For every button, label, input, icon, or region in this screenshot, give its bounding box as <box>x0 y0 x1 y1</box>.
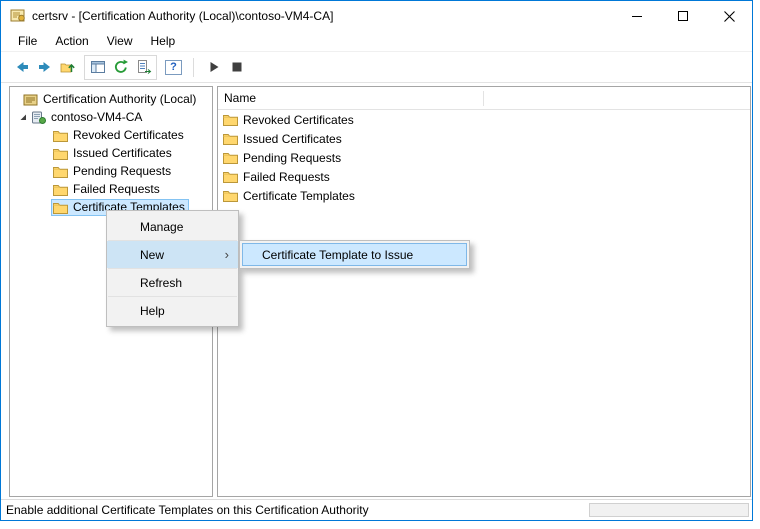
list-item-certificate-templates[interactable]: Certificate Templates <box>218 186 750 205</box>
tree-node-certification-authority[interactable]: Certification Authority (Local) <box>10 90 212 108</box>
column-header-name[interactable]: Name <box>218 91 256 105</box>
list-item-pending-requests[interactable]: Pending Requests <box>218 148 750 167</box>
context-menu: Manage New › Refresh Help <box>106 210 239 327</box>
up-one-level-button[interactable] <box>56 56 79 79</box>
close-icon <box>724 11 735 22</box>
tree-node-issued-certificates[interactable]: Issued Certificates <box>10 144 212 162</box>
tree-node-revoked-certificates[interactable]: Revoked Certificates <box>10 126 212 144</box>
minimize-icon <box>632 16 642 17</box>
maximize-button[interactable] <box>660 1 706 31</box>
export-list-icon <box>136 59 152 75</box>
toolbar-separator <box>193 58 194 77</box>
forward-icon <box>37 59 53 75</box>
chevron-expanded-icon[interactable] <box>19 113 28 122</box>
status-text: Enable additional Certificate Templates … <box>6 503 369 517</box>
list-item-label: Certificate Templates <box>243 189 355 203</box>
back-icon <box>14 59 30 75</box>
window-controls <box>614 1 752 31</box>
help-button[interactable]: ? <box>162 56 185 79</box>
menu-file[interactable]: File <box>9 32 46 50</box>
back-button[interactable] <box>10 56 33 79</box>
title-bar[interactable]: certsrv - [Certification Authority (Loca… <box>1 1 752 31</box>
tree-node-label: Failed Requests <box>73 182 160 196</box>
minimize-button[interactable] <box>614 1 660 31</box>
refresh-button[interactable] <box>109 56 132 79</box>
certification-authority-icon <box>23 92 38 107</box>
refresh-icon <box>113 59 129 75</box>
list-item-label: Issued Certificates <box>243 132 342 146</box>
tree-node-pending-requests[interactable]: Pending Requests <box>10 162 212 180</box>
tree-node-contoso-vm4-ca[interactable]: contoso-VM4-CA <box>10 108 212 126</box>
status-panel <box>589 503 749 517</box>
context-menu-item-manage[interactable]: Manage <box>107 213 238 240</box>
folder-icon <box>53 201 68 214</box>
context-menu-item-refresh[interactable]: Refresh <box>107 269 238 296</box>
toolbar: ? <box>1 52 752 83</box>
list-header: Name <box>218 87 750 110</box>
folder-icon <box>223 151 238 164</box>
list-item-label: Revoked Certificates <box>243 113 354 127</box>
show-console-tree-icon <box>90 59 106 75</box>
window-title: certsrv - [Certification Authority (Loca… <box>32 9 333 23</box>
folder-icon <box>223 113 238 126</box>
submenu-arrow-icon: › <box>225 247 229 262</box>
tree-node-failed-requests[interactable]: Failed Requests <box>10 180 212 198</box>
tree-node-label: Pending Requests <box>73 164 171 178</box>
context-submenu: Certificate Template to Issue <box>239 240 470 269</box>
export-list-button[interactable] <box>132 56 155 79</box>
menu-view[interactable]: View <box>98 32 142 50</box>
stop-service-icon <box>229 59 245 75</box>
toolbar-group <box>84 55 157 80</box>
folder-icon <box>223 170 238 183</box>
ca-server-icon <box>32 110 46 125</box>
forward-button[interactable] <box>33 56 56 79</box>
tree-node-label: Issued Certificates <box>73 146 172 160</box>
list-item-label: Failed Requests <box>243 170 330 184</box>
menu-action[interactable]: Action <box>46 32 97 50</box>
app-icon <box>10 8 26 24</box>
help-icon: ? <box>165 60 182 75</box>
results-pane: Name Revoked Certificates Issued Certifi… <box>217 86 751 497</box>
status-bar: Enable additional Certificate Templates … <box>1 499 752 520</box>
show-console-tree-button[interactable] <box>86 56 109 79</box>
list-item-failed-requests[interactable]: Failed Requests <box>218 167 750 186</box>
folder-icon <box>53 129 68 142</box>
tree-node-label: contoso-VM4-CA <box>51 110 142 124</box>
column-divider[interactable] <box>483 91 484 106</box>
stop-service-button[interactable] <box>225 56 248 79</box>
context-menu-item-label: New <box>140 248 164 262</box>
start-service-icon <box>206 59 222 75</box>
context-menu-item-help[interactable]: Help <box>107 297 238 324</box>
up-one-level-icon <box>60 59 76 75</box>
tree-node-label: Revoked Certificates <box>73 128 184 142</box>
folder-icon <box>223 132 238 145</box>
maximize-icon <box>678 11 688 21</box>
start-service-button[interactable] <box>202 56 225 79</box>
certsrv-window: certsrv - [Certification Authority (Loca… <box>0 0 753 521</box>
menu-help[interactable]: Help <box>142 32 185 50</box>
list-item-label: Pending Requests <box>243 151 341 165</box>
folder-icon <box>53 147 68 160</box>
list-item-issued-certificates[interactable]: Issued Certificates <box>218 129 750 148</box>
list-item-revoked-certificates[interactable]: Revoked Certificates <box>218 110 750 129</box>
submenu-item-certificate-template-to-issue[interactable]: Certificate Template to Issue <box>242 243 467 266</box>
folder-icon <box>53 183 68 196</box>
tree-node-label: Certification Authority (Local) <box>43 92 196 106</box>
menu-bar: File Action View Help <box>1 31 752 52</box>
folder-icon <box>223 189 238 202</box>
folder-icon <box>53 165 68 178</box>
close-button[interactable] <box>706 1 752 31</box>
context-menu-item-new[interactable]: New › <box>107 241 238 268</box>
